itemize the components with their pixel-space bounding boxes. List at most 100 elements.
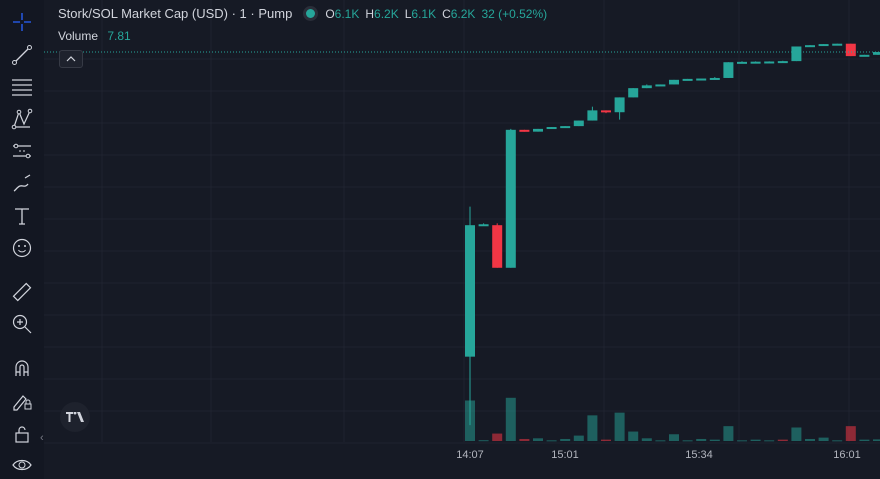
volume-bar — [505, 397, 516, 441]
candle-body — [628, 88, 639, 98]
candle-body — [492, 225, 503, 268]
chevron-up-icon — [66, 56, 76, 62]
volume-bar — [533, 438, 543, 441]
eye-icon[interactable] — [10, 453, 34, 477]
candle-body — [655, 84, 666, 87]
volume-bar — [546, 440, 557, 442]
volume-bar — [818, 437, 829, 441]
candle-body — [845, 43, 856, 57]
candle-body — [696, 78, 707, 81]
low-key: L — [404, 6, 412, 21]
emoji-icon[interactable] — [10, 236, 34, 260]
tradingview-icon — [66, 412, 84, 422]
volume-bar — [560, 438, 571, 441]
candle-body — [533, 128, 543, 132]
candle-body — [723, 62, 734, 78]
volume-bar — [478, 440, 489, 442]
pattern-icon[interactable] — [10, 107, 34, 131]
candle-body — [791, 46, 802, 62]
x-axis-tick-label: 14:07 — [456, 449, 484, 461]
high-key: H — [365, 6, 375, 21]
x-axis-tick-label: 16:01 — [833, 449, 861, 461]
zoom-in-icon[interactable] — [10, 312, 34, 336]
volume-bar — [682, 440, 693, 442]
candle-body — [669, 79, 679, 85]
symbol-legend: Stork/SOL Market Cap (USD) · 1 · Pump O6… — [58, 6, 553, 21]
candle-body — [505, 129, 516, 268]
collapse-legend-button[interactable] — [59, 50, 83, 68]
market-status-dot — [306, 9, 316, 18]
ruler-icon[interactable] — [10, 280, 34, 304]
volume-bar — [750, 439, 761, 441]
volume-bar — [519, 438, 530, 441]
open-key: O — [325, 6, 335, 21]
volume-legend: Volume 7.81 — [58, 29, 131, 43]
drawing-toolbar — [0, 0, 44, 479]
volume-bar — [791, 427, 802, 441]
candle-body — [764, 61, 775, 64]
candle-body — [682, 78, 693, 81]
volume-bar — [696, 438, 707, 441]
x-axis-tick-label: 15:34 — [685, 449, 713, 461]
fib-retracement-icon[interactable] — [10, 75, 34, 99]
candlestick-plot[interactable] — [44, 0, 880, 479]
high-value: 6.2K — [374, 6, 399, 21]
volume-bar — [628, 431, 639, 441]
x-axis-tick-label: 15:01 — [551, 449, 579, 461]
candle-body — [560, 126, 571, 129]
chart-area[interactable]: Stork/SOL Market Cap (USD) · 1 · Pump O6… — [40, 0, 880, 479]
tradingview-logo[interactable] — [60, 402, 90, 432]
volume-bar — [723, 426, 734, 441]
volume-label: Volume — [58, 29, 99, 43]
volume-bar — [832, 440, 843, 442]
candle-body — [601, 110, 611, 113]
trend-line-icon[interactable] — [10, 43, 34, 67]
volume-bar — [873, 439, 880, 441]
volume-bar — [492, 433, 503, 441]
candle-body — [750, 61, 761, 64]
candle-body — [859, 54, 870, 57]
volume-bar — [641, 438, 652, 441]
candle-body — [587, 110, 598, 121]
candle-body — [614, 97, 625, 113]
volume-bar — [764, 440, 775, 442]
chevron-left-icon[interactable]: ‹ — [40, 432, 44, 444]
close-value: 6.2K — [450, 6, 476, 21]
magnet-icon[interactable] — [10, 356, 34, 380]
volume-bar — [614, 412, 625, 441]
volume-bar — [845, 426, 856, 441]
candle-body — [519, 129, 530, 132]
symbol-title[interactable]: Stork/SOL Market Cap (USD) · 1 · Pump — [58, 6, 292, 21]
volume-bar — [737, 440, 747, 442]
volume-bar — [805, 438, 815, 441]
volume-value: 7.81 — [107, 29, 131, 43]
volume-bar — [573, 435, 584, 441]
candle-body — [805, 45, 815, 48]
volume-bar — [669, 434, 679, 441]
lock-draw-icon[interactable] — [10, 389, 34, 413]
candle-body — [737, 61, 747, 64]
low-value: 6.1K — [411, 6, 437, 21]
lock-icon[interactable] — [10, 422, 34, 446]
volume-bar — [859, 439, 870, 441]
candle-body — [478, 224, 489, 227]
change-value: 32 (+0.52%) — [481, 6, 548, 21]
candle-body — [573, 120, 584, 127]
volume-bar — [777, 439, 788, 441]
open-value: 6.1K — [334, 6, 360, 21]
prediction-icon[interactable] — [10, 139, 34, 163]
brush-icon[interactable] — [10, 172, 34, 196]
volume-bar — [655, 440, 666, 442]
candle-body — [777, 61, 788, 64]
candle-body — [465, 225, 475, 357]
close-key: C — [442, 6, 451, 21]
volume-bar — [587, 415, 598, 441]
crosshair-icon[interactable] — [10, 10, 34, 34]
candle-body — [832, 43, 843, 46]
text-icon[interactable] — [10, 204, 34, 228]
candle-body — [546, 127, 557, 130]
candle-body — [818, 44, 829, 47]
candle-body — [641, 85, 652, 89]
candle-body — [709, 77, 720, 80]
volume-bar — [601, 439, 611, 441]
